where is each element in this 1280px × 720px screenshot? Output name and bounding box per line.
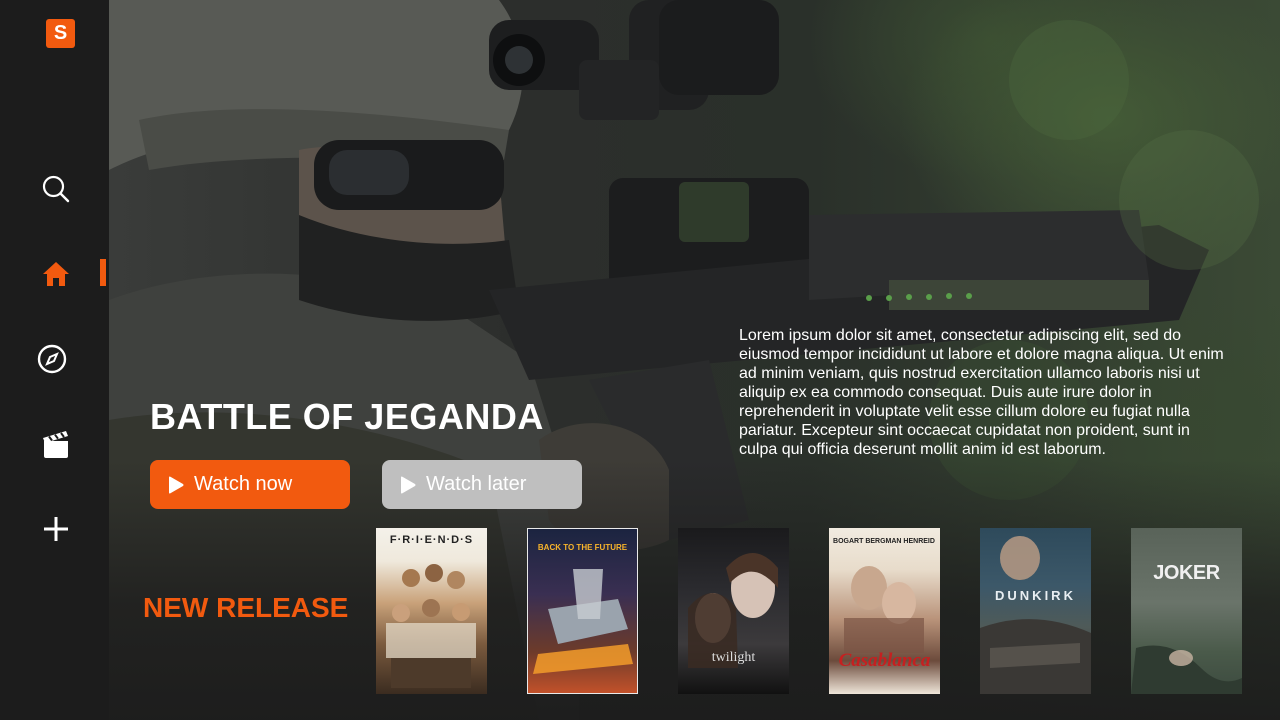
sidebar-item-movies[interactable] (36, 424, 76, 464)
watch-now-button[interactable]: Watch now (150, 460, 350, 509)
watch-later-label: Watch later (426, 473, 527, 495)
sidebar-item-search[interactable] (36, 169, 76, 209)
sidebar-item-home[interactable] (36, 254, 76, 294)
poster-dunkirk[interactable]: DUNKIRK (980, 528, 1091, 694)
poster-title: DUNKIRK (995, 588, 1076, 603)
poster-friends[interactable]: F·R·I·E·N·D·S (376, 528, 487, 694)
app-logo[interactable]: S (46, 19, 75, 48)
clapperboard-icon (43, 431, 68, 458)
watch-now-label: Watch now (194, 473, 293, 495)
active-nav-indicator (100, 259, 106, 286)
new-release-heading: NEW RELEASE (143, 592, 349, 623)
sidebar: S (0, 0, 109, 720)
app-root: S BATTLE OF JEGANDA Lorem ipsum dolor si… (0, 0, 1280, 720)
poster-back-to-the-future[interactable]: BACK TO THE FUTURE (527, 528, 638, 694)
search-icon (42, 175, 70, 203)
poster-casablanca[interactable]: BOGART BERGMAN HENREID Casablanca (829, 528, 940, 694)
poster-joker[interactable]: JOKER (1131, 528, 1242, 694)
watch-later-button[interactable]: Watch later (382, 460, 582, 509)
hero-description: Lorem ipsum dolor sit amet, consectetur … (739, 327, 1224, 458)
poster-title: Casablanca (838, 650, 931, 671)
compass-icon (37, 344, 67, 374)
plus-icon (44, 517, 68, 541)
hero-title: BATTLE OF JEGANDA (150, 396, 544, 437)
poster-title: twilight (711, 650, 756, 665)
sidebar-item-add[interactable] (36, 509, 76, 549)
sidebar-item-explore[interactable] (32, 339, 72, 379)
play-icon (168, 476, 184, 494)
poster-twilight[interactable]: twilight (678, 528, 789, 694)
svg-text:BOGART BERGMAN HENREID: BOGART BERGMAN HENREID (833, 538, 935, 545)
play-icon (400, 476, 416, 494)
home-icon (43, 262, 69, 286)
